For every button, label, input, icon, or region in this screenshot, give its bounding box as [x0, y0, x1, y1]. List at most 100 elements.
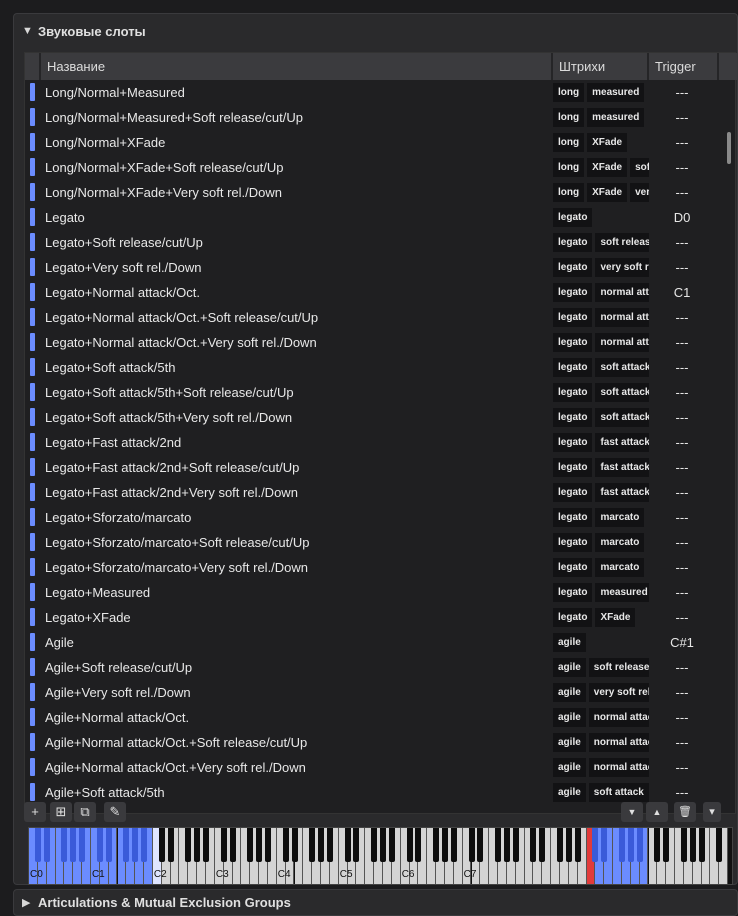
slot-name[interactable]: Agile+Normal attack/Oct.+Very soft rel./…: [45, 755, 306, 780]
slot-strokes[interactable]: agilenormal attack: [553, 758, 649, 777]
slot-strokes[interactable]: legato marcato: [553, 533, 649, 552]
slot-name[interactable]: Legato+Normal attack/Oct.+Soft release/c…: [45, 305, 318, 330]
black-key[interactable]: [627, 828, 634, 862]
slot-strokes[interactable]: long measured: [553, 108, 649, 127]
column-header-trigger[interactable]: Trigger: [649, 53, 719, 80]
slot-name[interactable]: Legato+Soft attack/5th+Soft release/cut/…: [45, 380, 294, 405]
black-key[interactable]: [220, 828, 227, 862]
black-key[interactable]: [441, 828, 448, 862]
table-row[interactable]: Legato+Fast attack/2nd+Very soft rel./Do…: [25, 480, 722, 505]
column-header-name[interactable]: Название: [41, 53, 553, 80]
black-key[interactable]: [663, 828, 670, 862]
table-row[interactable]: Legato+Normal attack/Oct.+Soft release/c…: [25, 305, 722, 330]
slot-name[interactable]: Legato+Sforzato/marcato+Very soft rel./D…: [45, 555, 308, 580]
table-row[interactable]: Legato+Normal attack/Oct.+Very soft rel.…: [25, 330, 722, 355]
slot-trigger[interactable]: ---: [652, 730, 712, 755]
slot-trigger[interactable]: ---: [652, 330, 712, 355]
slot-trigger[interactable]: ---: [652, 755, 712, 780]
black-key[interactable]: [141, 828, 148, 862]
slot-strokes[interactable]: agile soft release: [553, 658, 649, 677]
slot-trigger[interactable]: ---: [652, 380, 712, 405]
table-row[interactable]: Legato+Soft attack/5th+Very soft rel./Do…: [25, 405, 722, 430]
vertical-scrollbar[interactable]: [725, 80, 733, 813]
slot-name[interactable]: Legato: [45, 205, 85, 230]
slot-strokes[interactable]: legato fast attack: [553, 458, 649, 477]
black-key[interactable]: [79, 828, 86, 862]
slot-trigger[interactable]: D0: [652, 205, 712, 230]
black-key[interactable]: [344, 828, 351, 862]
black-key[interactable]: [105, 828, 112, 862]
slot-trigger[interactable]: ---: [652, 430, 712, 455]
black-key[interactable]: [406, 828, 413, 862]
slot-strokes[interactable]: long XFade: [553, 133, 649, 152]
move-down-icon[interactable]: ▼: [621, 802, 643, 822]
slot-name[interactable]: Legato+Soft release/cut/Up: [45, 230, 203, 255]
edit-pencil-icon[interactable]: ✎: [104, 802, 126, 822]
black-key[interactable]: [450, 828, 457, 862]
slot-strokes[interactable]: legato XFade: [553, 608, 649, 627]
black-key[interactable]: [388, 828, 395, 862]
table-row[interactable]: Long/Normal+Measured+Soft release/cut/Up…: [25, 105, 722, 130]
slot-strokes[interactable]: legato: [553, 208, 649, 227]
slot-strokes[interactable]: legato fast attack: [553, 483, 649, 502]
black-key[interactable]: [477, 828, 484, 862]
slot-strokes[interactable]: legato soft attack: [553, 383, 649, 402]
sound-slots-header[interactable]: ▼ Звуковые слоты: [14, 14, 737, 48]
black-key[interactable]: [680, 828, 687, 862]
delete-trash-icon[interactable]: 🗑: [674, 802, 696, 822]
table-row[interactable]: Legato+Sforzato/marcato+Very soft rel./D…: [25, 555, 722, 580]
slot-name[interactable]: Agile+Soft release/cut/Up: [45, 655, 192, 680]
black-key[interactable]: [282, 828, 289, 862]
black-key[interactable]: [353, 828, 360, 862]
black-key[interactable]: [318, 828, 325, 862]
add-slot-button[interactable]: +: [24, 802, 46, 822]
articulations-header[interactable]: ▶ Articulations & Mutual Exclusion Group…: [13, 889, 738, 916]
table-row[interactable]: Long/Normal+XFade+Very soft rel./Down lon…: [25, 180, 722, 205]
black-key[interactable]: [601, 828, 608, 862]
black-key[interactable]: [371, 828, 378, 862]
black-key[interactable]: [203, 828, 209, 862]
black-key[interactable]: [636, 828, 643, 862]
black-key[interactable]: [43, 828, 50, 862]
slot-strokes[interactable]: agile: [553, 633, 649, 652]
slot-strokes[interactable]: legato measured: [553, 583, 649, 602]
slot-strokes[interactable]: legatonormal attack: [553, 308, 649, 327]
black-key[interactable]: [574, 828, 581, 862]
black-key[interactable]: [415, 828, 422, 862]
black-key[interactable]: [380, 828, 386, 862]
slot-trigger[interactable]: C1: [652, 280, 712, 305]
table-row[interactable]: Legato+XFade legato XFade ---: [25, 605, 722, 630]
expand-triangle-icon[interactable]: ▶: [22, 896, 38, 909]
slot-name[interactable]: Long/Normal+XFade: [45, 130, 165, 155]
black-key[interactable]: [557, 828, 563, 862]
table-row[interactable]: Legato+Sforzato/marcato+Soft release/cut…: [25, 530, 722, 555]
slot-name[interactable]: Legato+Very soft rel./Down: [45, 255, 201, 280]
slot-strokes[interactable]: longXFadevery: [553, 183, 649, 202]
table-row[interactable]: Legato+Very soft rel./Down legato very sof…: [25, 255, 722, 280]
table-row[interactable]: Agile agile C#1: [25, 630, 722, 655]
slot-strokes[interactable]: legato soft attack: [553, 408, 649, 427]
slot-trigger[interactable]: ---: [652, 505, 712, 530]
black-key[interactable]: [264, 828, 271, 862]
table-row[interactable]: Agile+Very soft rel./Down agile very soft …: [25, 680, 722, 705]
slot-strokes[interactable]: long measured: [553, 83, 649, 102]
menu-chevron-down-icon[interactable]: ▾: [703, 802, 721, 822]
table-row[interactable]: Agile+Normal attack/Oct.+Soft release/cu…: [25, 730, 722, 755]
slot-name[interactable]: Long/Normal+XFade+Soft release/cut/Up: [45, 155, 283, 180]
slot-name[interactable]: Legato+Measured: [45, 580, 150, 605]
slot-trigger[interactable]: ---: [652, 405, 712, 430]
slot-strokes[interactable]: agile very soft rel: [553, 683, 649, 702]
slot-trigger[interactable]: ---: [652, 455, 712, 480]
slot-name[interactable]: Legato+Normal attack/Oct.+Very soft rel.…: [45, 330, 317, 355]
slot-name[interactable]: Legato+Sforzato/marcato: [45, 505, 191, 530]
slot-name[interactable]: Legato+Sforzato/marcato+Soft release/cut…: [45, 530, 310, 555]
slot-trigger[interactable]: ---: [652, 355, 712, 380]
slot-name[interactable]: Agile+Normal attack/Oct.+Soft release/cu…: [45, 730, 307, 755]
slot-name[interactable]: Legato+Fast attack/2nd+Very soft rel./Do…: [45, 480, 298, 505]
slot-name[interactable]: Long/Normal+XFade+Very soft rel./Down: [45, 180, 282, 205]
slot-name[interactable]: Legato+Normal attack/Oct.: [45, 280, 200, 305]
slot-strokes[interactable]: legato marcato: [553, 508, 649, 527]
slot-trigger[interactable]: ---: [652, 605, 712, 630]
black-key[interactable]: [61, 828, 68, 862]
slot-name[interactable]: Legato+Soft attack/5th+Very soft rel./Do…: [45, 405, 292, 430]
